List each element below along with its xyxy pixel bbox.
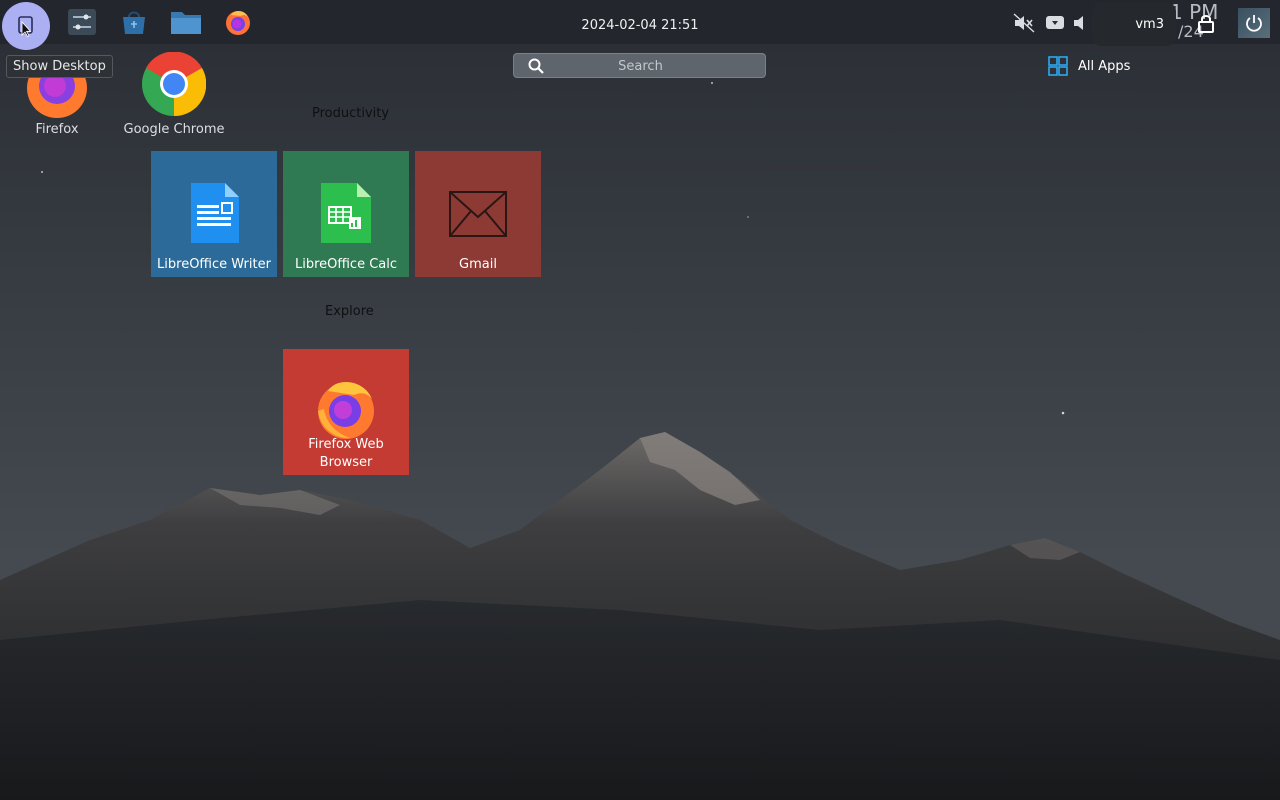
taskbar-clock[interactable]: 2024-02-04 21:51 — [581, 18, 698, 33]
tile-label-line2: Browser — [319, 455, 373, 470]
mail-envelope-icon — [449, 191, 507, 237]
media-tray-icon — [1046, 16, 1064, 29]
tile-libreoffice-calc[interactable]: LibreOffice Calc — [283, 151, 409, 277]
section-title-explore: Explore — [325, 304, 374, 319]
volume-button[interactable] — [1070, 12, 1092, 34]
show-desktop-tooltip: Show Desktop — [6, 55, 113, 78]
software-store-button[interactable] — [118, 6, 150, 38]
firefox-taskbar-button[interactable] — [222, 6, 254, 38]
desktop-icon-google-chrome[interactable]: Google Chrome — [114, 52, 234, 137]
calc-spreadsheet-icon — [321, 183, 371, 243]
power-icon — [1246, 15, 1262, 32]
tile-gmail[interactable]: Gmail — [415, 151, 541, 277]
firefox-icon — [226, 11, 250, 35]
system-settings-button[interactable] — [66, 6, 98, 38]
user-menu[interactable]: vm3 — [1092, 2, 1176, 46]
volume-icon — [1074, 16, 1083, 30]
search-placeholder: Search — [618, 59, 663, 74]
search-input[interactable]: Search — [513, 53, 766, 78]
desktop-icon-label: Firefox — [35, 122, 79, 137]
file-manager-icon — [171, 12, 201, 34]
desktop-icon-firefox[interactable]: Firefox — [0, 68, 117, 137]
all-apps-button[interactable]: All Apps — [1048, 56, 1130, 76]
mute-toggle[interactable] — [1013, 12, 1035, 34]
software-store-icon — [123, 11, 145, 34]
file-manager-button[interactable] — [170, 6, 202, 38]
desktop-icon-label: Google Chrome — [123, 122, 225, 137]
all-apps-label: All Apps — [1078, 58, 1131, 74]
grid-icon — [1048, 56, 1068, 76]
writer-document-icon — [191, 183, 239, 243]
tile-libreoffice-writer[interactable]: LibreOffice Writer — [151, 151, 277, 277]
chrome-icon — [142, 52, 206, 116]
tile-label: LibreOffice Calc — [294, 257, 398, 272]
show-desktop-icon — [18, 16, 33, 37]
speaker-muted-icon — [1013, 13, 1035, 33]
section-title-productivity: Productivity — [312, 106, 390, 121]
firefox-icon — [318, 381, 374, 439]
show-desktop-button[interactable] — [2, 2, 50, 50]
media-tray-button[interactable] — [1044, 12, 1066, 34]
power-button[interactable] — [1238, 8, 1270, 38]
lock-icon — [1198, 15, 1214, 33]
username-label: vm3 — [1135, 16, 1164, 32]
tile-firefox-web-browser[interactable]: Firefox Web Browser — [283, 349, 409, 475]
tile-label: Gmail — [459, 257, 497, 272]
system-settings-icon — [68, 9, 96, 35]
tile-label-line1: Firefox Web — [308, 437, 384, 452]
lock-screen-button[interactable] — [1195, 12, 1217, 34]
tile-label: LibreOffice Writer — [157, 257, 271, 272]
tile-label: Firefox Web Browser — [283, 436, 409, 472]
